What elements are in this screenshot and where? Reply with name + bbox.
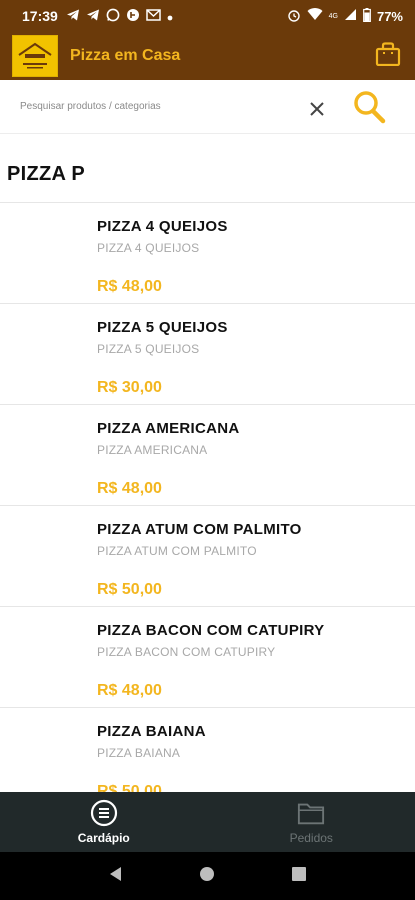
app-screen: 17:39 4G 77% Pizza em Casa Pesquisar pro… <box>0 0 415 900</box>
status-bar: 17:39 4G 77% <box>0 0 415 32</box>
battery-level: 77% <box>376 8 403 24</box>
product-name: PIZZA BAIANA <box>97 723 206 740</box>
product-item[interactable]: PIZZA BACON COM CATUPIRY PIZZA BACON COM… <box>0 607 415 708</box>
product-price: R$ 30,00 <box>97 379 162 396</box>
search-bar <box>0 80 415 134</box>
product-description: PIZZA 5 QUEIJOS <box>97 342 200 356</box>
product-price: R$ 48,00 <box>97 278 162 295</box>
product-item[interactable]: PIZZA 4 QUEIJOS PIZZA 4 QUEIJOS R$ 48,00 <box>0 203 415 304</box>
shopping-bag-icon <box>375 41 401 71</box>
category-title: PIZZA P <box>7 163 86 185</box>
system-navigation-bar <box>0 852 415 900</box>
menu-list-icon <box>90 799 118 827</box>
product-item[interactable]: PIZZA 5 QUEIJOS PIZZA 5 QUEIJOS R$ 30,00 <box>0 304 415 405</box>
more-notifications-dot <box>167 9 173 24</box>
search-input[interactable] <box>12 91 292 122</box>
close-icon <box>306 102 328 124</box>
wifi-icon <box>307 8 323 24</box>
product-description: PIZZA BACON COM CATUPIRY <box>97 645 276 659</box>
search-icon <box>352 91 386 128</box>
tab-cardapio[interactable]: Cardápio <box>0 792 208 852</box>
telegram-icon <box>86 8 100 25</box>
whatsapp-icon <box>106 8 120 25</box>
cart-button[interactable] <box>373 41 403 71</box>
recents-icon <box>292 866 307 886</box>
product-price: R$ 50,00 <box>97 581 162 598</box>
app-title: Pizza em Casa <box>70 47 181 64</box>
tab-label: Pedidos <box>289 831 333 845</box>
app-notification-icon <box>126 8 140 25</box>
product-name: PIZZA 4 QUEIJOS <box>97 218 228 235</box>
folder-icon <box>297 799 325 827</box>
product-item[interactable]: PIZZA BAIANA PIZZA BAIANA R$ 50,00 <box>0 708 415 792</box>
alarm-icon <box>287 8 301 25</box>
gmail-icon <box>146 8 161 24</box>
back-icon <box>107 865 125 888</box>
product-name: PIZZA 5 QUEIJOS <box>97 319 228 336</box>
product-list: PIZZA 4 QUEIJOS PIZZA 4 QUEIJOS R$ 48,00… <box>0 202 415 792</box>
product-item[interactable]: PIZZA ATUM COM PALMITO PIZZA ATUM COM PA… <box>0 506 415 607</box>
product-description: PIZZA 4 QUEIJOS <box>97 241 200 255</box>
back-button[interactable] <box>101 861 131 891</box>
signal-icon <box>344 8 357 24</box>
product-price: R$ 48,00 <box>97 682 162 699</box>
product-price: R$ 48,00 <box>97 480 162 497</box>
home-icon <box>199 866 215 887</box>
search-button[interactable] <box>352 90 386 124</box>
battery-icon <box>363 7 371 25</box>
telegram-icon <box>66 8 80 25</box>
product-name: PIZZA ATUM COM PALMITO <box>97 521 302 538</box>
product-description: PIZZA BAIANA <box>97 746 181 760</box>
network-type: 4G <box>328 12 338 20</box>
product-name: PIZZA AMERICANA <box>97 420 240 437</box>
product-name: PIZZA BACON COM CATUPIRY <box>97 622 325 639</box>
home-button[interactable] <box>192 861 222 891</box>
app-header: Pizza em Casa <box>0 32 415 80</box>
product-price: R$ 50,00 <box>97 783 162 792</box>
brand-logo <box>12 35 58 77</box>
recents-button[interactable] <box>284 861 314 891</box>
product-description: PIZZA ATUM COM PALMITO <box>97 544 257 558</box>
tab-pedidos[interactable]: Pedidos <box>208 792 415 852</box>
bottom-navigation: Cardápio Pedidos <box>0 792 415 852</box>
status-time: 17:39 <box>22 8 58 24</box>
tab-label: Cardápio <box>77 831 130 845</box>
system-icons: 4G 77% <box>287 7 403 25</box>
product-item[interactable]: PIZZA AMERICANA PIZZA AMERICANA R$ 48,00 <box>0 405 415 506</box>
product-description: PIZZA AMERICANA <box>97 443 208 457</box>
notification-icons <box>66 8 173 25</box>
clear-search-button[interactable] <box>306 98 328 120</box>
